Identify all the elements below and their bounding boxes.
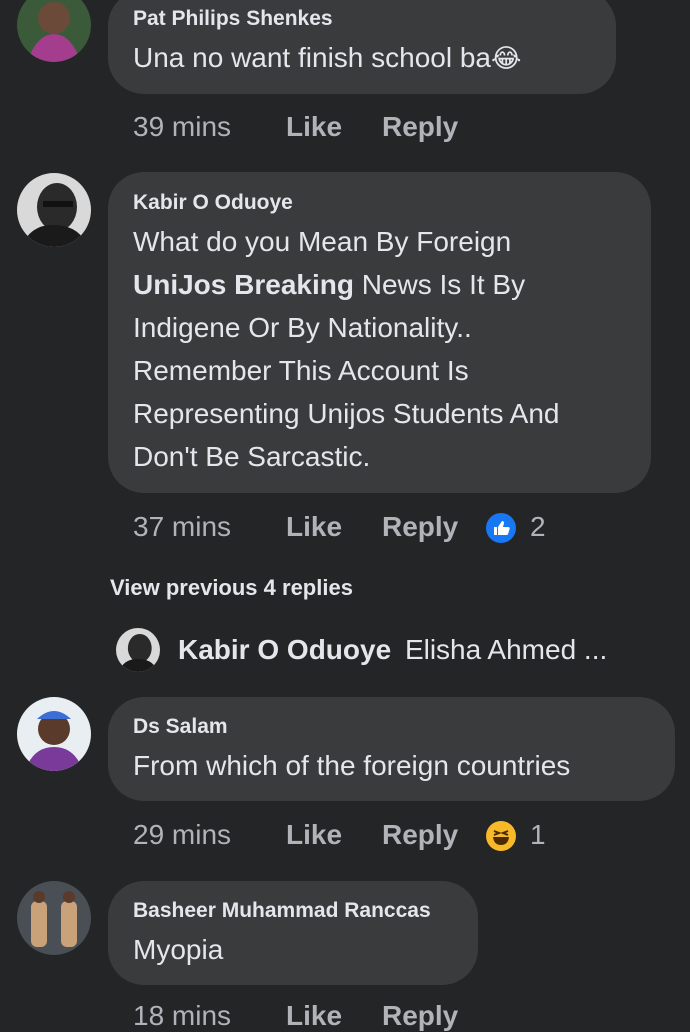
reply-preview-text: Elisha Ahmed ... [404,634,608,665]
haha-reaction-icon[interactable] [486,821,516,851]
comment-time[interactable]: 37 mins [133,511,231,543]
comment-time[interactable]: 18 mins [133,1000,231,1032]
comment-line: What do you Mean By Foreign [133,226,512,257]
reaction-count[interactable]: 1 [530,819,546,851]
comment-text: What do you Mean By Foreign UniJos Break… [133,220,643,478]
avatar[interactable] [17,881,91,955]
laughing-emoji-icon: 😂 [491,43,522,73]
reply-preview-author[interactable]: Kabir O Oduoye [178,634,391,665]
reply-preview[interactable]: Kabir O Oduoye Elisha Ahmed ... [178,634,607,666]
reply-button[interactable]: Reply [382,819,458,851]
like-button[interactable]: Like [286,819,342,851]
like-reaction-icon[interactable] [486,513,516,543]
comment-text: Myopia [133,934,224,965]
like-button[interactable]: Like [286,1000,342,1032]
comment-line: Indigene Or By Nationality.. [133,312,472,343]
comment-author[interactable]: Kabir O Oduoye [133,191,293,215]
comment-text-body: Una no want finish school ba [133,42,491,73]
comment-author[interactable]: Basheer Muhammad Ranccas [133,899,431,923]
like-button[interactable]: Like [286,111,342,143]
comment-text: Una no want finish school ba😂 [133,36,521,80]
reply-button[interactable]: Reply [382,1000,458,1032]
reaction-count[interactable]: 2 [530,511,546,543]
comment-line-rest: News Is It By [353,269,526,300]
avatar[interactable] [17,0,91,62]
comment-line: Remember This Account Is [133,355,469,386]
reply-button[interactable]: Reply [382,111,458,143]
comment-text: From which of the foreign countries [133,750,571,781]
comment-line: UniJos Breaking News Is It By [133,263,643,306]
avatar[interactable] [116,628,160,672]
comment-author[interactable]: Ds Salam [133,715,228,739]
comment-time[interactable]: 39 mins [133,111,231,143]
comment-line: Don't Be Sarcastic. [133,441,371,472]
comment-author[interactable]: Pat Philips Shenkes [133,7,333,31]
like-button[interactable]: Like [286,511,342,543]
avatar[interactable] [17,697,91,771]
comment-line: Representing Unijos Students And [133,398,560,429]
comment-time[interactable]: 29 mins [133,819,231,851]
avatar[interactable] [17,173,91,247]
view-previous-replies-link[interactable]: View previous 4 replies [110,575,353,601]
reply-button[interactable]: Reply [382,511,458,543]
tagged-page-link[interactable]: UniJos Breaking [133,269,354,300]
